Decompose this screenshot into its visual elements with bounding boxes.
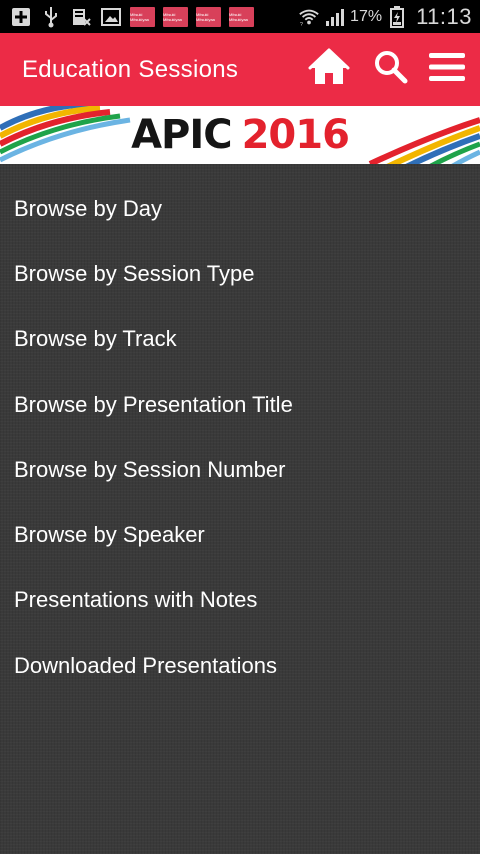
battery-percent: 17% bbox=[350, 7, 383, 25]
status-bar: Mitsuki Mitsukiyaa Mitsuki Mitsukiyaa Mi… bbox=[0, 0, 480, 33]
home-icon bbox=[307, 48, 351, 91]
menu-icon bbox=[428, 51, 466, 88]
search-button[interactable] bbox=[366, 33, 416, 106]
banner-word: APIC bbox=[131, 112, 233, 158]
page-title: Education Sessions bbox=[22, 55, 239, 83]
app-bar: Education Sessions bbox=[0, 33, 480, 106]
clock: 11:13 bbox=[416, 3, 472, 29]
list-item-browse-by-session-number[interactable]: Browse by Session Number bbox=[0, 437, 480, 502]
add-icon bbox=[10, 7, 32, 27]
list-item-browse-by-session-type[interactable]: Browse by Session Type bbox=[0, 241, 480, 306]
menu-button[interactable] bbox=[422, 33, 472, 106]
notification-thumbnail: Mitsuki Mitsukiyaa bbox=[163, 6, 188, 27]
event-banner: APIC 2016 bbox=[0, 106, 480, 164]
notification-thumbnail: Mitsuki Mitsukiyaa bbox=[229, 6, 254, 27]
notification-thumbnail: Mitsuki Mitsukiyaa bbox=[130, 6, 155, 27]
banner-year: 2016 bbox=[241, 112, 350, 158]
list-item-presentations-with-notes[interactable]: Presentations with Notes bbox=[0, 568, 480, 633]
home-button[interactable] bbox=[302, 33, 356, 106]
status-right: ? 17% 11:13 bbox=[298, 4, 472, 30]
status-left: Mitsuki Mitsukiyaa Mitsuki Mitsukiyaa Mi… bbox=[10, 6, 298, 27]
sd-card-icon bbox=[70, 7, 92, 27]
banner-title: APIC 2016 bbox=[0, 106, 480, 164]
list-item-browse-by-day[interactable]: Browse by Day bbox=[0, 176, 480, 241]
list-item-downloaded-presentations[interactable]: Downloaded Presentations bbox=[0, 633, 480, 698]
search-icon bbox=[374, 50, 408, 89]
usb-icon bbox=[40, 6, 62, 27]
signal-icon bbox=[324, 7, 346, 27]
image-icon bbox=[100, 7, 122, 27]
svg-text:?: ? bbox=[300, 22, 303, 28]
menu-list: Browse by Day Browse by Session Type Bro… bbox=[0, 164, 480, 854]
list-item-browse-by-track[interactable]: Browse by Track bbox=[0, 307, 480, 372]
list-item-browse-by-speaker[interactable]: Browse by Speaker bbox=[0, 502, 480, 567]
notification-thumbnail: Mitsuki Mitsukiyaa bbox=[196, 6, 221, 27]
list-item-browse-by-presentation-title[interactable]: Browse by Presentation Title bbox=[0, 372, 480, 437]
wifi-icon: ? bbox=[298, 7, 320, 28]
battery-icon bbox=[386, 5, 408, 28]
